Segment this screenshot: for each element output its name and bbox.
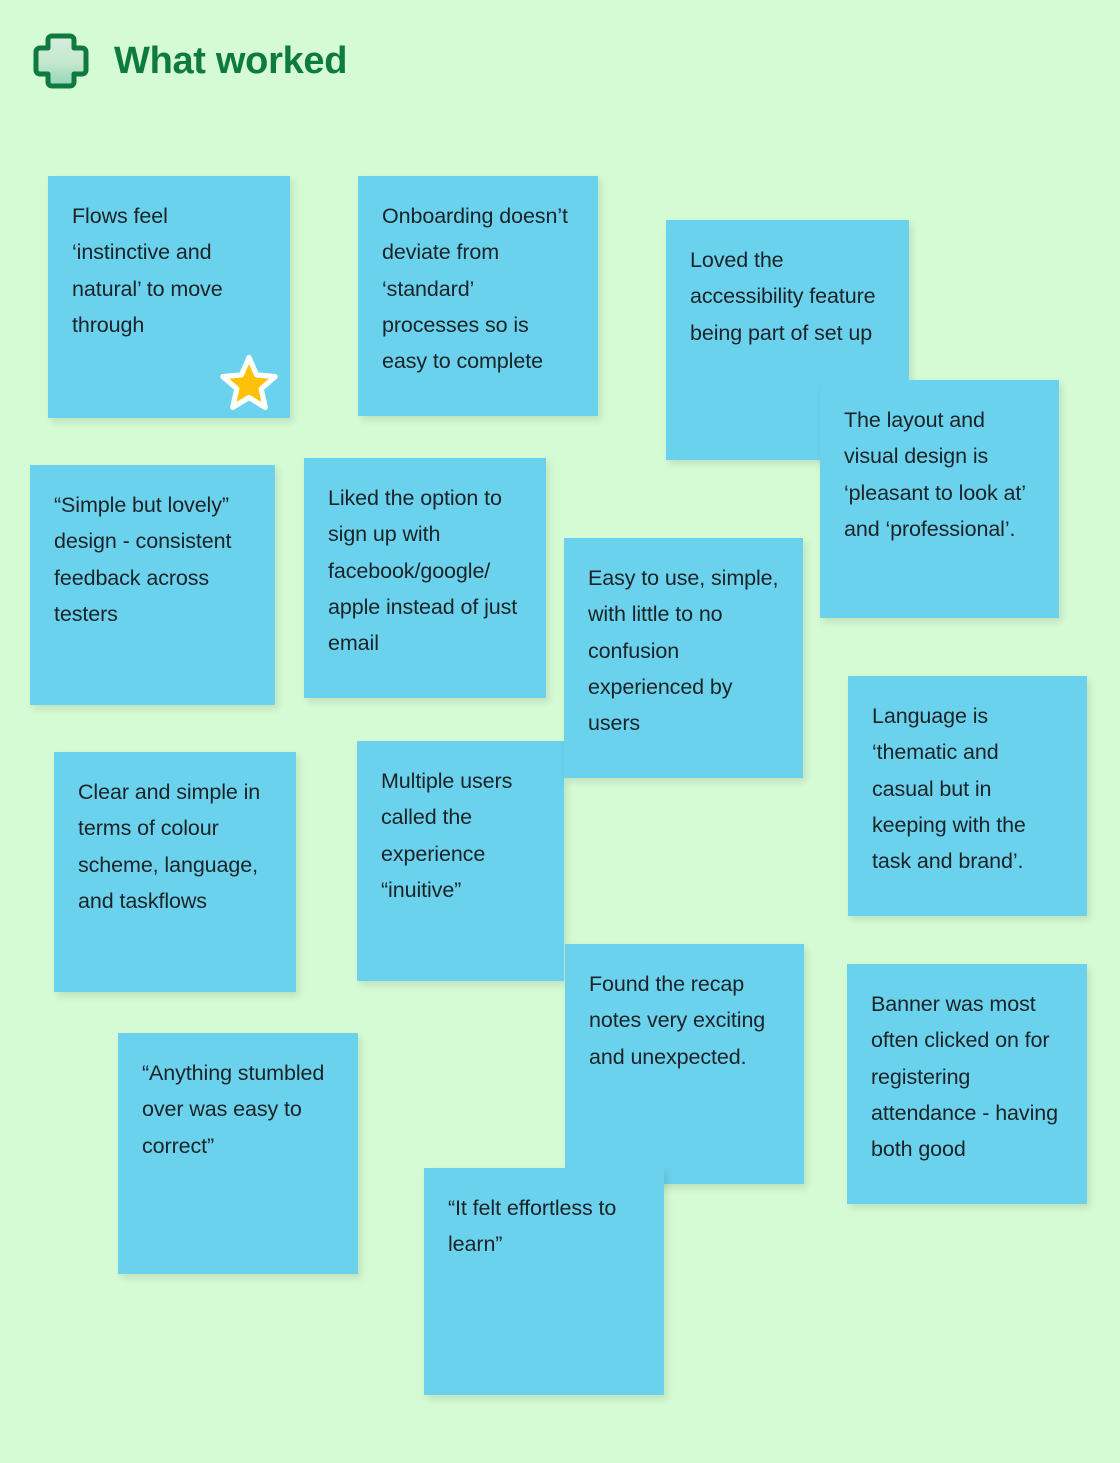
sticky-note-banner-clicked[interactable]: Banner was most often clicked on for reg…	[847, 964, 1087, 1204]
sticky-note-text: Language is ‘thematic and casual but in …	[872, 704, 1026, 874]
sticky-note-recap-notes[interactable]: Found the recap notes very exciting and …	[565, 944, 804, 1184]
sticky-note-liked-signup-option[interactable]: Liked the option to sign up with faceboo…	[304, 458, 546, 698]
sticky-note-onboarding[interactable]: Onboarding doesn’t deviate from ‘standar…	[358, 176, 598, 416]
sticky-note-text: Clear and simple in terms of colour sche…	[78, 780, 261, 913]
sticky-note-text: Found the recap notes very exciting and …	[589, 972, 766, 1069]
sticky-note-multiple-users-inuitive[interactable]: Multiple users called the experience “in…	[357, 741, 564, 981]
sticky-note-language-thematic[interactable]: Language is ‘thematic and casual but in …	[848, 676, 1087, 916]
sticky-note-text: Onboarding doesn’t deviate from ‘standar…	[382, 204, 568, 374]
sticky-note-text: Liked the option to sign up with faceboo…	[328, 486, 518, 656]
sticky-note-text: Multiple users called the experience “in…	[381, 769, 513, 902]
sticky-note-flows-feel[interactable]: Flows feel ‘instinctive and natural’ to …	[48, 176, 290, 418]
sticky-note-layout-visual-design[interactable]: The layout and visual design is ‘pleasan…	[820, 380, 1059, 618]
sticky-note-easy-to-use[interactable]: Easy to use, simple, with little to no c…	[564, 538, 803, 778]
sticky-note-simple-but-lovely[interactable]: “Simple but lovely” design - consistent …	[30, 465, 275, 705]
sticky-note-anything-stumbled-over[interactable]: “Anything stumbled over was easy to corr…	[118, 1033, 358, 1274]
sticky-note-text: “Anything stumbled over was easy to corr…	[142, 1061, 325, 1158]
sticky-note-effortless-to-learn[interactable]: “It felt effortless to learn”	[424, 1168, 664, 1395]
sticky-note-text: “Simple but lovely” design - consistent …	[54, 493, 232, 626]
sticky-note-text: “It felt effortless to learn”	[448, 1196, 617, 1257]
sticky-note-text: Loved the accessibility feature being pa…	[690, 248, 876, 345]
sticky-note-text: Banner was most often clicked on for reg…	[871, 992, 1058, 1162]
sticky-note-text: Flows feel ‘instinctive and natural’ to …	[72, 204, 223, 337]
sticky-note-clear-and-simple[interactable]: Clear and simple in terms of colour sche…	[54, 752, 296, 992]
sticky-note-text: The layout and visual design is ‘pleasan…	[844, 408, 1026, 541]
sticky-note-text: Easy to use, simple, with little to no c…	[588, 566, 779, 736]
star-icon	[220, 354, 278, 412]
sticky-note-board: Flows feel ‘instinctive and natural’ to …	[0, 0, 1120, 1463]
